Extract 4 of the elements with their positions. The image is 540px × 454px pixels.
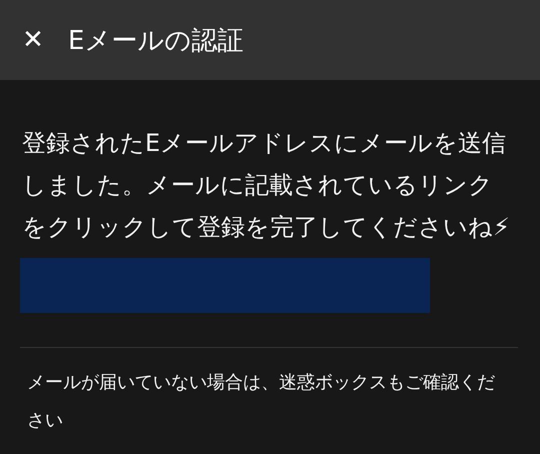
message-text: 登録されたEメールアドレスにメールを送信しました。メールに記載されているリンクをクリックして登録を完了してくださいね⚡	[22, 128, 511, 243]
page-title: Eメールの認証	[68, 24, 244, 58]
close-button[interactable]: ✕	[18, 25, 48, 55]
note-text: メールが届いていない場合は、迷惑ボックスもご確認ください	[27, 371, 496, 433]
